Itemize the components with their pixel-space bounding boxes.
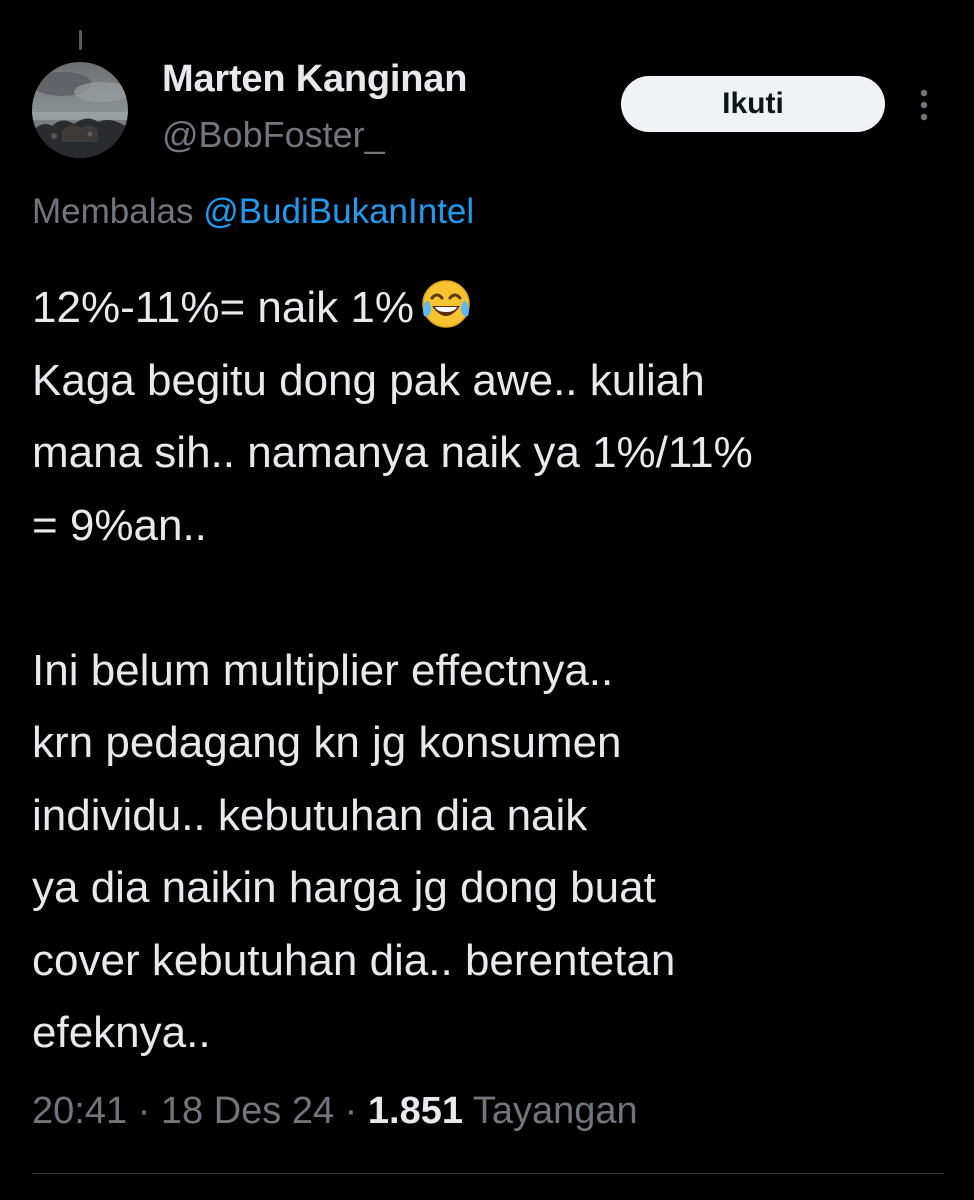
tweet-date[interactable]: 18 Des 24 xyxy=(161,1090,334,1132)
avatar-photo xyxy=(32,62,128,158)
tweet-line: ya dia naikin harga jg dong buat xyxy=(32,863,656,912)
tweet-line: Ini belum multiplier effectnya.. xyxy=(32,645,614,695)
more-vertical-icon xyxy=(920,89,928,121)
replying-to-prefix: Membalas xyxy=(32,192,194,231)
divider xyxy=(32,1173,944,1174)
meta-separator: · xyxy=(344,1090,358,1132)
tweet-time[interactable]: 20:41 xyxy=(32,1090,127,1132)
reply-mention-link[interactable]: @BudiBukanIntel xyxy=(203,192,474,231)
tweet-line: efeknya.. xyxy=(32,1008,211,1057)
tweet-meta: 20:41 · 18 Des 24 · 1.851 Tayangan xyxy=(32,1090,638,1133)
meta-separator: · xyxy=(137,1090,151,1132)
views-count[interactable]: 1.851 xyxy=(368,1090,463,1132)
tweet-line: krn pedagang kn jg konsumen xyxy=(32,718,622,767)
avatar[interactable] xyxy=(32,62,128,158)
thread-connector-line xyxy=(79,30,82,50)
author-name[interactable]: Marten Kanginan xyxy=(162,58,467,101)
tweet-line xyxy=(32,562,942,635)
tweet-line: mana sih.. namanya naik ya 1%/11% xyxy=(32,428,753,477)
more-options-button[interactable] xyxy=(912,80,936,130)
tweet-header: Marten Kanginan @BobFoster_ Ikuti xyxy=(32,58,952,168)
replying-to: Membalas @BudiBukanIntel xyxy=(32,192,474,232)
follow-button[interactable]: Ikuti xyxy=(621,76,885,132)
tweet-line: individu.. kebutuhan dia naik xyxy=(32,790,588,840)
tweet-line: cover kebutuhan dia.. berentetan xyxy=(32,935,676,985)
views-label[interactable]: Tayangan xyxy=(473,1090,638,1132)
tweet-text: 12%-11%= naik 1% Kaga begitu dong pak aw… xyxy=(32,272,942,1070)
follow-button-label: Ikuti xyxy=(722,87,784,120)
face-with-tears-of-joy-emoji xyxy=(420,278,472,353)
tweet-line: 12%-11%= naik 1% xyxy=(32,272,942,345)
author-handle[interactable]: @BobFoster_ xyxy=(162,114,385,156)
tweet-line: Kaga begitu dong pak awe.. kuliah xyxy=(32,355,705,405)
tweet-line: = 9%an.. xyxy=(32,500,207,550)
